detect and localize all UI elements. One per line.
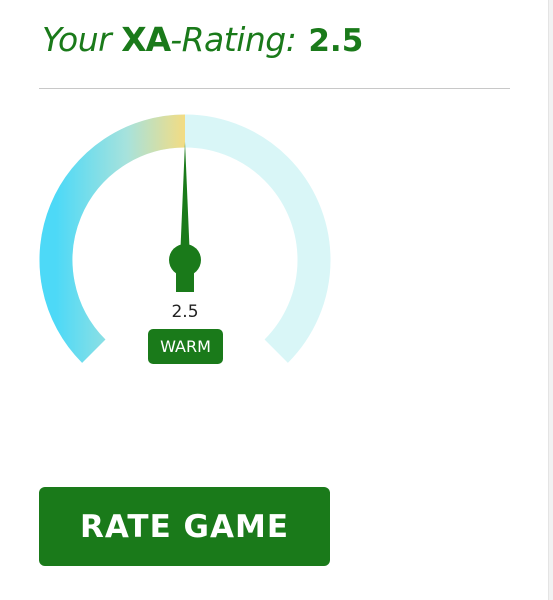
rate-game-button[interactable]: RATE GAME bbox=[39, 487, 330, 566]
gauge-needle bbox=[180, 142, 190, 260]
gauge-value: 2.5 bbox=[171, 302, 199, 322]
gauge-needle-base bbox=[176, 270, 194, 292]
gauge-status-badge: WARM bbox=[148, 329, 223, 364]
